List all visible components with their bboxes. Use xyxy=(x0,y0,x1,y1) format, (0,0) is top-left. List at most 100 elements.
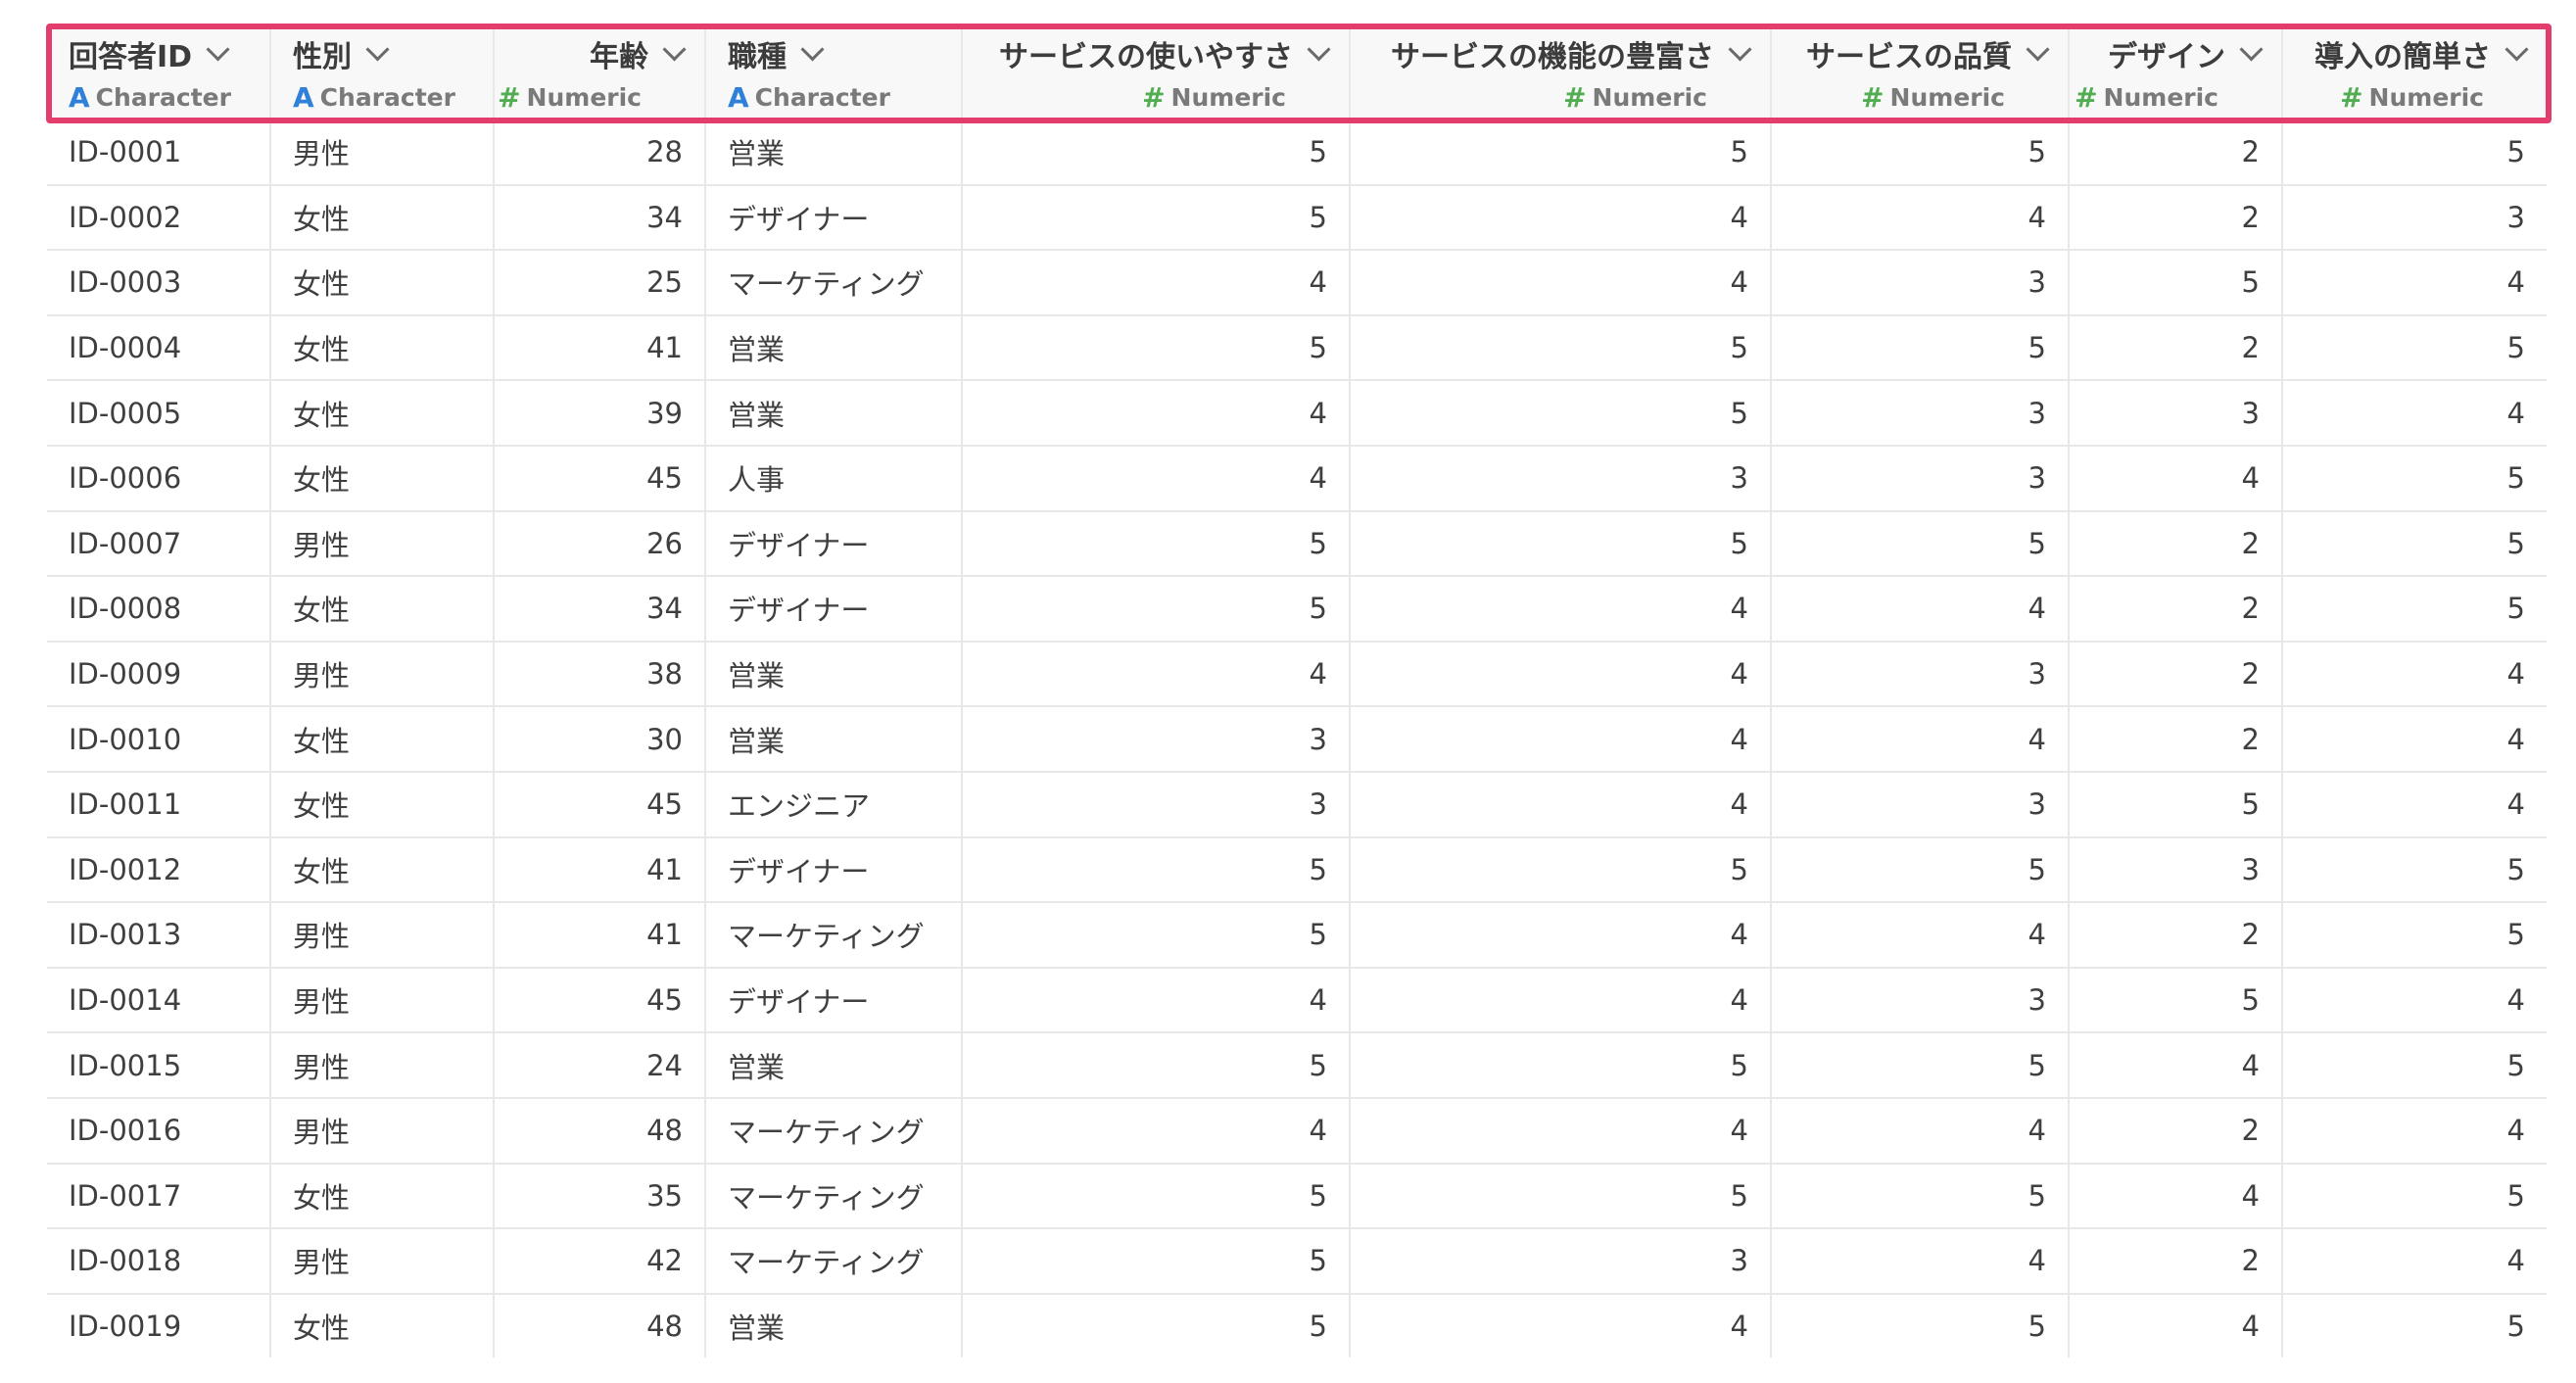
table-cell[interactable]: 5 xyxy=(2282,445,2547,512)
table-cell[interactable]: 5 xyxy=(962,184,1351,252)
table-cell[interactable]: 4 xyxy=(1771,902,2070,969)
table-cell[interactable]: 女性 xyxy=(270,576,495,643)
chevron-down-icon[interactable] xyxy=(2026,36,2050,62)
table-cell[interactable]: 3 xyxy=(2069,836,2283,904)
table-row[interactable]: ID-0004 女性 41 営業 5 5 5 2 5 xyxy=(47,314,2547,382)
table-cell[interactable]: 5 xyxy=(1771,510,2070,578)
table-cell[interactable]: 4 xyxy=(2069,1032,2283,1099)
table-cell[interactable]: 男性 xyxy=(270,1032,495,1099)
column-header-7[interactable]: サービスの品質 # Numeric xyxy=(1771,25,2070,120)
table-cell[interactable]: 営業 xyxy=(705,314,963,382)
table-cell[interactable]: 男性 xyxy=(270,1097,495,1165)
table-cell[interactable]: 28 xyxy=(494,119,706,186)
table-cell[interactable]: 2 xyxy=(2069,314,2283,382)
table-cell[interactable]: 38 xyxy=(494,641,706,708)
column-header-3[interactable]: 年齢 # Numeric xyxy=(494,25,706,120)
table-cell[interactable]: 3 xyxy=(1771,250,2070,316)
table-cell[interactable]: 男性 xyxy=(270,967,495,1034)
table-cell[interactable]: 5 xyxy=(962,119,1351,186)
table-cell[interactable]: 5 xyxy=(2069,771,2283,838)
table-row[interactable]: ID-0005 女性 39 営業 4 5 3 3 4 xyxy=(47,380,2547,447)
column-header-5[interactable]: サービスの使いやすさ # Numeric xyxy=(962,25,1351,120)
table-cell[interactable]: 4 xyxy=(2282,967,2547,1034)
table-cell[interactable]: 3 xyxy=(1771,641,2070,708)
table-cell[interactable]: 4 xyxy=(1350,184,1772,252)
table-cell[interactable]: 48 xyxy=(494,1293,706,1360)
table-cell[interactable]: デザイナー xyxy=(705,510,963,578)
table-cell[interactable]: 5 xyxy=(1350,836,1772,904)
table-row[interactable]: ID-0007 男性 26 デザイナー 5 5 5 2 5 xyxy=(47,510,2547,578)
table-cell[interactable]: 営業 xyxy=(705,706,963,773)
table-row[interactable]: ID-0015 男性 24 営業 5 5 5 4 5 xyxy=(47,1032,2547,1099)
table-cell[interactable]: ID-0007 xyxy=(47,510,271,578)
table-cell[interactable]: 5 xyxy=(2282,1163,2547,1230)
chevron-down-icon[interactable] xyxy=(2239,36,2264,62)
table-cell[interactable]: 4 xyxy=(2282,1228,2547,1295)
table-cell[interactable]: ID-0006 xyxy=(47,445,271,512)
table-cell[interactable]: 女性 xyxy=(270,1293,495,1360)
column-header-9[interactable]: 導入の簡単さ # Numeric xyxy=(2282,25,2547,120)
table-cell[interactable]: ID-0003 xyxy=(47,250,271,316)
table-cell[interactable]: ID-0002 xyxy=(47,184,271,252)
table-cell[interactable]: 営業 xyxy=(705,641,963,708)
table-cell[interactable]: 4 xyxy=(1771,184,2070,252)
table-cell[interactable]: ID-0013 xyxy=(47,902,271,969)
table-row[interactable]: ID-0010 女性 30 営業 3 4 4 2 4 xyxy=(47,706,2547,773)
table-cell[interactable]: 4 xyxy=(962,250,1351,316)
table-cell[interactable]: 5 xyxy=(962,902,1351,969)
table-row[interactable]: ID-0002 女性 34 デザイナー 5 4 4 2 3 xyxy=(47,184,2547,252)
table-cell[interactable]: デザイナー xyxy=(705,967,963,1034)
table-cell[interactable]: 5 xyxy=(2282,836,2547,904)
chevron-down-icon[interactable] xyxy=(800,36,825,62)
table-cell[interactable]: 4 xyxy=(1771,706,2070,773)
table-cell[interactable]: 2 xyxy=(2069,641,2283,708)
table-cell[interactable]: 30 xyxy=(494,706,706,773)
table-cell[interactable]: 2 xyxy=(2069,1228,2283,1295)
table-row[interactable]: ID-0017 女性 35 マーケティング 5 5 5 4 5 xyxy=(47,1163,2547,1230)
table-cell[interactable]: 4 xyxy=(2282,706,2547,773)
column-header-6[interactable]: サービスの機能の豊富さ # Numeric xyxy=(1350,25,1772,120)
table-cell[interactable]: 5 xyxy=(962,1032,1351,1099)
table-cell[interactable]: 4 xyxy=(2282,250,2547,316)
table-cell[interactable]: 5 xyxy=(1350,119,1772,186)
table-cell[interactable]: 営業 xyxy=(705,1293,963,1360)
table-cell[interactable]: 4 xyxy=(962,380,1351,447)
table-cell[interactable]: ID-0008 xyxy=(47,576,271,643)
table-cell[interactable]: 2 xyxy=(2069,510,2283,578)
table-cell[interactable]: エンジニア xyxy=(705,771,963,838)
table-row[interactable]: ID-0006 女性 45 人事 4 3 3 4 5 xyxy=(47,445,2547,512)
table-cell[interactable]: ID-0018 xyxy=(47,1228,271,1295)
table-cell[interactable]: マーケティング xyxy=(705,1097,963,1165)
table-cell[interactable]: 42 xyxy=(494,1228,706,1295)
table-cell[interactable]: 34 xyxy=(494,184,706,252)
table-row[interactable]: ID-0014 男性 45 デザイナー 4 4 3 5 4 xyxy=(47,967,2547,1034)
table-cell[interactable]: 女性 xyxy=(270,836,495,904)
table-cell[interactable]: 45 xyxy=(494,967,706,1034)
table-cell[interactable]: ID-0019 xyxy=(47,1293,271,1360)
table-cell[interactable]: 34 xyxy=(494,576,706,643)
table-cell[interactable]: 4 xyxy=(2282,641,2547,708)
table-cell[interactable]: 女性 xyxy=(270,706,495,773)
table-cell[interactable]: 4 xyxy=(962,967,1351,1034)
table-row[interactable]: ID-0009 男性 38 営業 4 4 3 2 4 xyxy=(47,641,2547,708)
table-cell[interactable]: 24 xyxy=(494,1032,706,1099)
table-cell[interactable]: 女性 xyxy=(270,380,495,447)
table-cell[interactable]: マーケティング xyxy=(705,250,963,316)
table-cell[interactable]: 2 xyxy=(2069,119,2283,186)
table-cell[interactable]: 3 xyxy=(1771,771,2070,838)
table-row[interactable]: ID-0003 女性 25 マーケティング 4 4 3 5 4 xyxy=(47,250,2547,316)
table-cell[interactable]: 4 xyxy=(2069,1163,2283,1230)
table-cell[interactable]: 39 xyxy=(494,380,706,447)
table-cell[interactable]: 5 xyxy=(1771,836,2070,904)
table-cell[interactable]: 25 xyxy=(494,250,706,316)
table-cell[interactable]: 5 xyxy=(1771,314,2070,382)
table-cell[interactable]: 5 xyxy=(1771,1293,2070,1360)
table-cell[interactable]: 48 xyxy=(494,1097,706,1165)
table-cell[interactable]: ID-0017 xyxy=(47,1163,271,1230)
column-header-1[interactable]: 回答者ID A Character xyxy=(47,25,271,120)
table-cell[interactable]: 3 xyxy=(1771,380,2070,447)
table-cell[interactable]: 人事 xyxy=(705,445,963,512)
table-cell[interactable]: 女性 xyxy=(270,771,495,838)
table-cell[interactable]: 4 xyxy=(1350,1097,1772,1165)
table-cell[interactable]: 5 xyxy=(2282,576,2547,643)
